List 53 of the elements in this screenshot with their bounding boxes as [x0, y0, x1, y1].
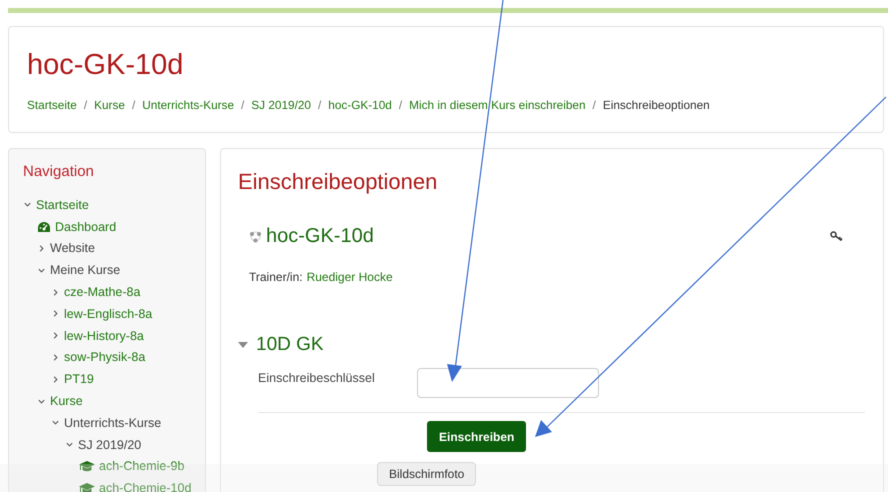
nav-item[interactable]: lew-History-8a: [64, 328, 144, 343]
graduation-cap-icon: [79, 460, 95, 472]
caret-down-icon[interactable]: [238, 342, 248, 348]
chevron-down-icon[interactable]: [51, 418, 60, 428]
breadcrumb-separator: /: [592, 98, 596, 112]
enrol-section-title[interactable]: 10D GK: [256, 334, 324, 356]
nav-item[interactable]: Website: [50, 241, 95, 256]
chevron-down-icon[interactable]: [23, 200, 32, 210]
enrol-button[interactable]: Einschreiben: [427, 421, 526, 452]
nav-item[interactable]: SJ 2019/20: [78, 438, 142, 452]
breadcrumb-link[interactable]: SJ 2019/20: [251, 98, 311, 112]
nav-item[interactable]: sow-Physik-8a: [64, 350, 146, 364]
breadcrumb-link[interactable]: Kurse: [94, 98, 125, 112]
teacher-link[interactable]: Ruediger Hocke: [306, 270, 393, 284]
breadcrumb-separator: /: [241, 98, 244, 112]
nav-item[interactable]: lew-Englisch-8a: [64, 306, 152, 321]
nav-item[interactable]: Meine Kurse: [50, 263, 120, 278]
course-link[interactable]: hoc-GK-10d: [249, 225, 374, 248]
chevron-right-icon[interactable]: [51, 352, 60, 362]
field-label: Einschreibeschlüssel: [258, 370, 376, 385]
section-heading: Einschreibeoptionen: [238, 169, 438, 195]
graduation-cap-icon: [79, 482, 95, 492]
breadcrumb-separator: /: [318, 98, 322, 112]
course-dots-icon: [249, 230, 262, 243]
chevron-right-icon[interactable]: [37, 244, 46, 253]
breadcrumb-separator: /: [398, 98, 402, 112]
breadcrumb-link[interactable]: Mich in diesem Kurs einschreiben: [409, 98, 586, 112]
nav-item[interactable]: Kurse: [50, 394, 83, 408]
nav-item[interactable]: Unterrichts-Kurse: [64, 416, 162, 430]
gauge-icon: [37, 220, 51, 233]
nav-item[interactable]: ach-Chemie-9b: [99, 459, 184, 474]
current-page-label: Einschreibeoptionen: [602, 98, 710, 112]
breadcrumb-separator: /: [132, 98, 136, 112]
chevron-right-icon[interactable]: [51, 288, 60, 297]
tooltip: Bildschirmfoto: [377, 462, 476, 486]
key-icon: [830, 231, 843, 242]
breadcrumb-link[interactable]: Unterrichts-Kurse: [142, 98, 234, 112]
chevron-right-icon[interactable]: [51, 331, 60, 340]
breadcrumb-link[interactable]: hoc-GK-10d: [328, 98, 392, 112]
chevron-down-icon[interactable]: [65, 440, 74, 450]
chevron-right-icon[interactable]: [51, 309, 60, 318]
nav-item[interactable]: cze-Mathe-8a: [64, 285, 140, 300]
chevron-right-icon[interactable]: [51, 374, 60, 384]
breadcrumb-link[interactable]: Startseite: [27, 98, 77, 112]
nav-item[interactable]: Startseite: [36, 198, 89, 212]
nav-item[interactable]: PT19: [64, 372, 94, 386]
navigation-title: Navigation: [23, 163, 95, 180]
teacher-label: Trainer/in:: [249, 270, 303, 284]
enrolment-key-field[interactable]: [417, 368, 599, 398]
nav-item[interactable]: ach-Chemie-10d: [99, 481, 192, 492]
nav-item[interactable]: Dashboard: [55, 220, 116, 234]
page-title: hoc-GK-10d: [27, 49, 184, 82]
breadcrumb-separator: /: [84, 98, 88, 112]
